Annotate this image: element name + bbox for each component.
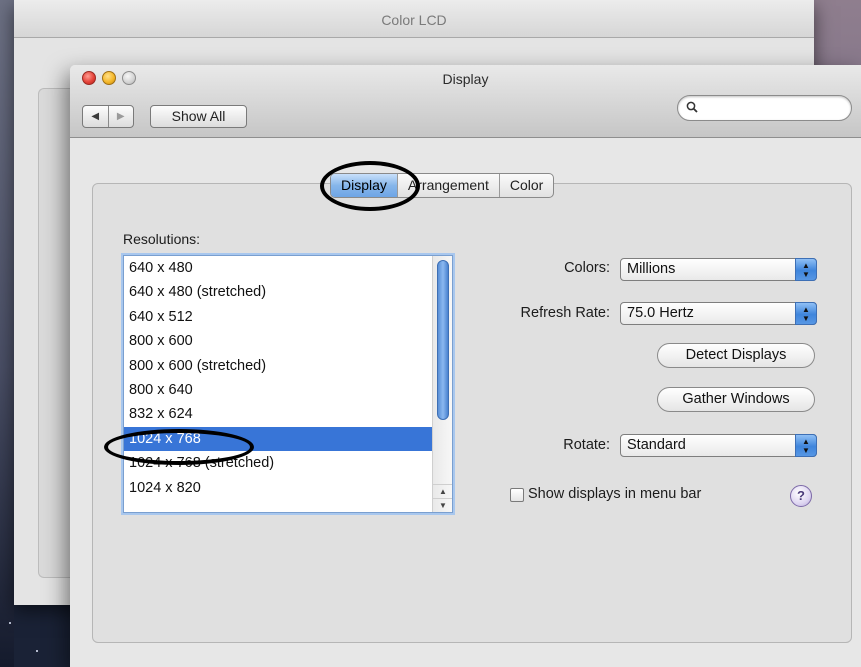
display-preferences-window: Display ◀ ▶ Show All Display Arrangement… [70, 65, 861, 667]
list-item-selected[interactable]: 1024 x 768 [124, 426, 452, 452]
refresh-rate-value: 75.0 Hertz [627, 305, 694, 321]
desktop-background-left [0, 0, 14, 667]
resolutions-label: Resolutions: [123, 231, 201, 247]
detect-displays-button[interactable]: Detect Displays [657, 343, 815, 368]
gather-windows-button[interactable]: Gather Windows [657, 387, 815, 412]
forward-button[interactable]: ▶ [107, 106, 134, 127]
desktop-star [9, 622, 11, 624]
rotate-popup[interactable]: Standard ▲ ▼ [620, 434, 817, 457]
chevron-up-down-icon: ▲ ▼ [795, 302, 817, 325]
colors-popup[interactable]: Millions ▲ ▼ [620, 258, 817, 281]
resolutions-scrollbar[interactable]: ▲ ▼ [432, 256, 452, 512]
show-displays-in-menu-bar-label[interactable]: Show displays in menu bar [528, 486, 701, 502]
tab-color[interactable]: Color [498, 174, 553, 197]
help-button[interactable]: ? [790, 485, 812, 507]
navigation-segmented-control: ◀ ▶ [82, 105, 134, 128]
search-field[interactable] [677, 95, 852, 121]
list-item[interactable]: 640 x 480 [124, 256, 432, 280]
window-titlebar: Display ◀ ▶ Show All [70, 65, 861, 138]
refresh-rate-label: Refresh Rate: [520, 305, 610, 321]
tab-display[interactable]: Display [331, 174, 397, 197]
list-item[interactable]: 800 x 640 [124, 378, 432, 402]
color-lcd-title: Color LCD [14, 0, 814, 38]
back-arrow-icon: ◀ [91, 111, 100, 122]
rotate-label: Rotate: [563, 437, 610, 453]
colors-label: Colors: [564, 260, 610, 276]
list-item[interactable]: 800 x 600 (stretched) [124, 354, 432, 378]
forward-arrow-icon: ▶ [116, 111, 125, 122]
chevron-up-down-icon: ▲ ▼ [795, 258, 817, 281]
search-icon [686, 101, 698, 116]
list-item[interactable]: 1024 x 820 [124, 476, 432, 500]
scroll-up-arrow-icon[interactable]: ▲ [433, 484, 452, 498]
show-displays-in-menu-bar-checkbox[interactable] [510, 488, 524, 502]
list-item[interactable]: 640 x 480 (stretched) [124, 280, 432, 304]
list-item[interactable]: 640 x 512 [124, 305, 432, 329]
scroll-down-arrow-icon[interactable]: ▼ [433, 498, 452, 512]
back-button[interactable]: ◀ [83, 106, 108, 127]
list-item[interactable]: 1024 x 768 (stretched) [124, 451, 432, 475]
desktop-star [36, 650, 38, 652]
refresh-rate-popup[interactable]: 75.0 Hertz ▲ ▼ [620, 302, 817, 325]
chevron-up-down-icon: ▲ ▼ [795, 434, 817, 457]
tab-bar: Display Arrangement Color [330, 173, 555, 198]
colors-value: Millions [627, 261, 676, 277]
search-input[interactable] [702, 101, 842, 115]
show-all-button[interactable]: Show All [150, 105, 247, 128]
list-item[interactable]: 800 x 600 [124, 329, 432, 353]
tab-arrangement[interactable]: Arrangement [396, 174, 499, 197]
list-item[interactable]: 832 x 624 [124, 402, 432, 426]
scrollbar-thumb[interactable] [437, 260, 449, 420]
window-title: Display [442, 71, 489, 87]
resolutions-list[interactable]: 640 x 480 640 x 480 (stretched) 640 x 51… [123, 255, 453, 513]
rotate-value: Standard [627, 437, 686, 453]
